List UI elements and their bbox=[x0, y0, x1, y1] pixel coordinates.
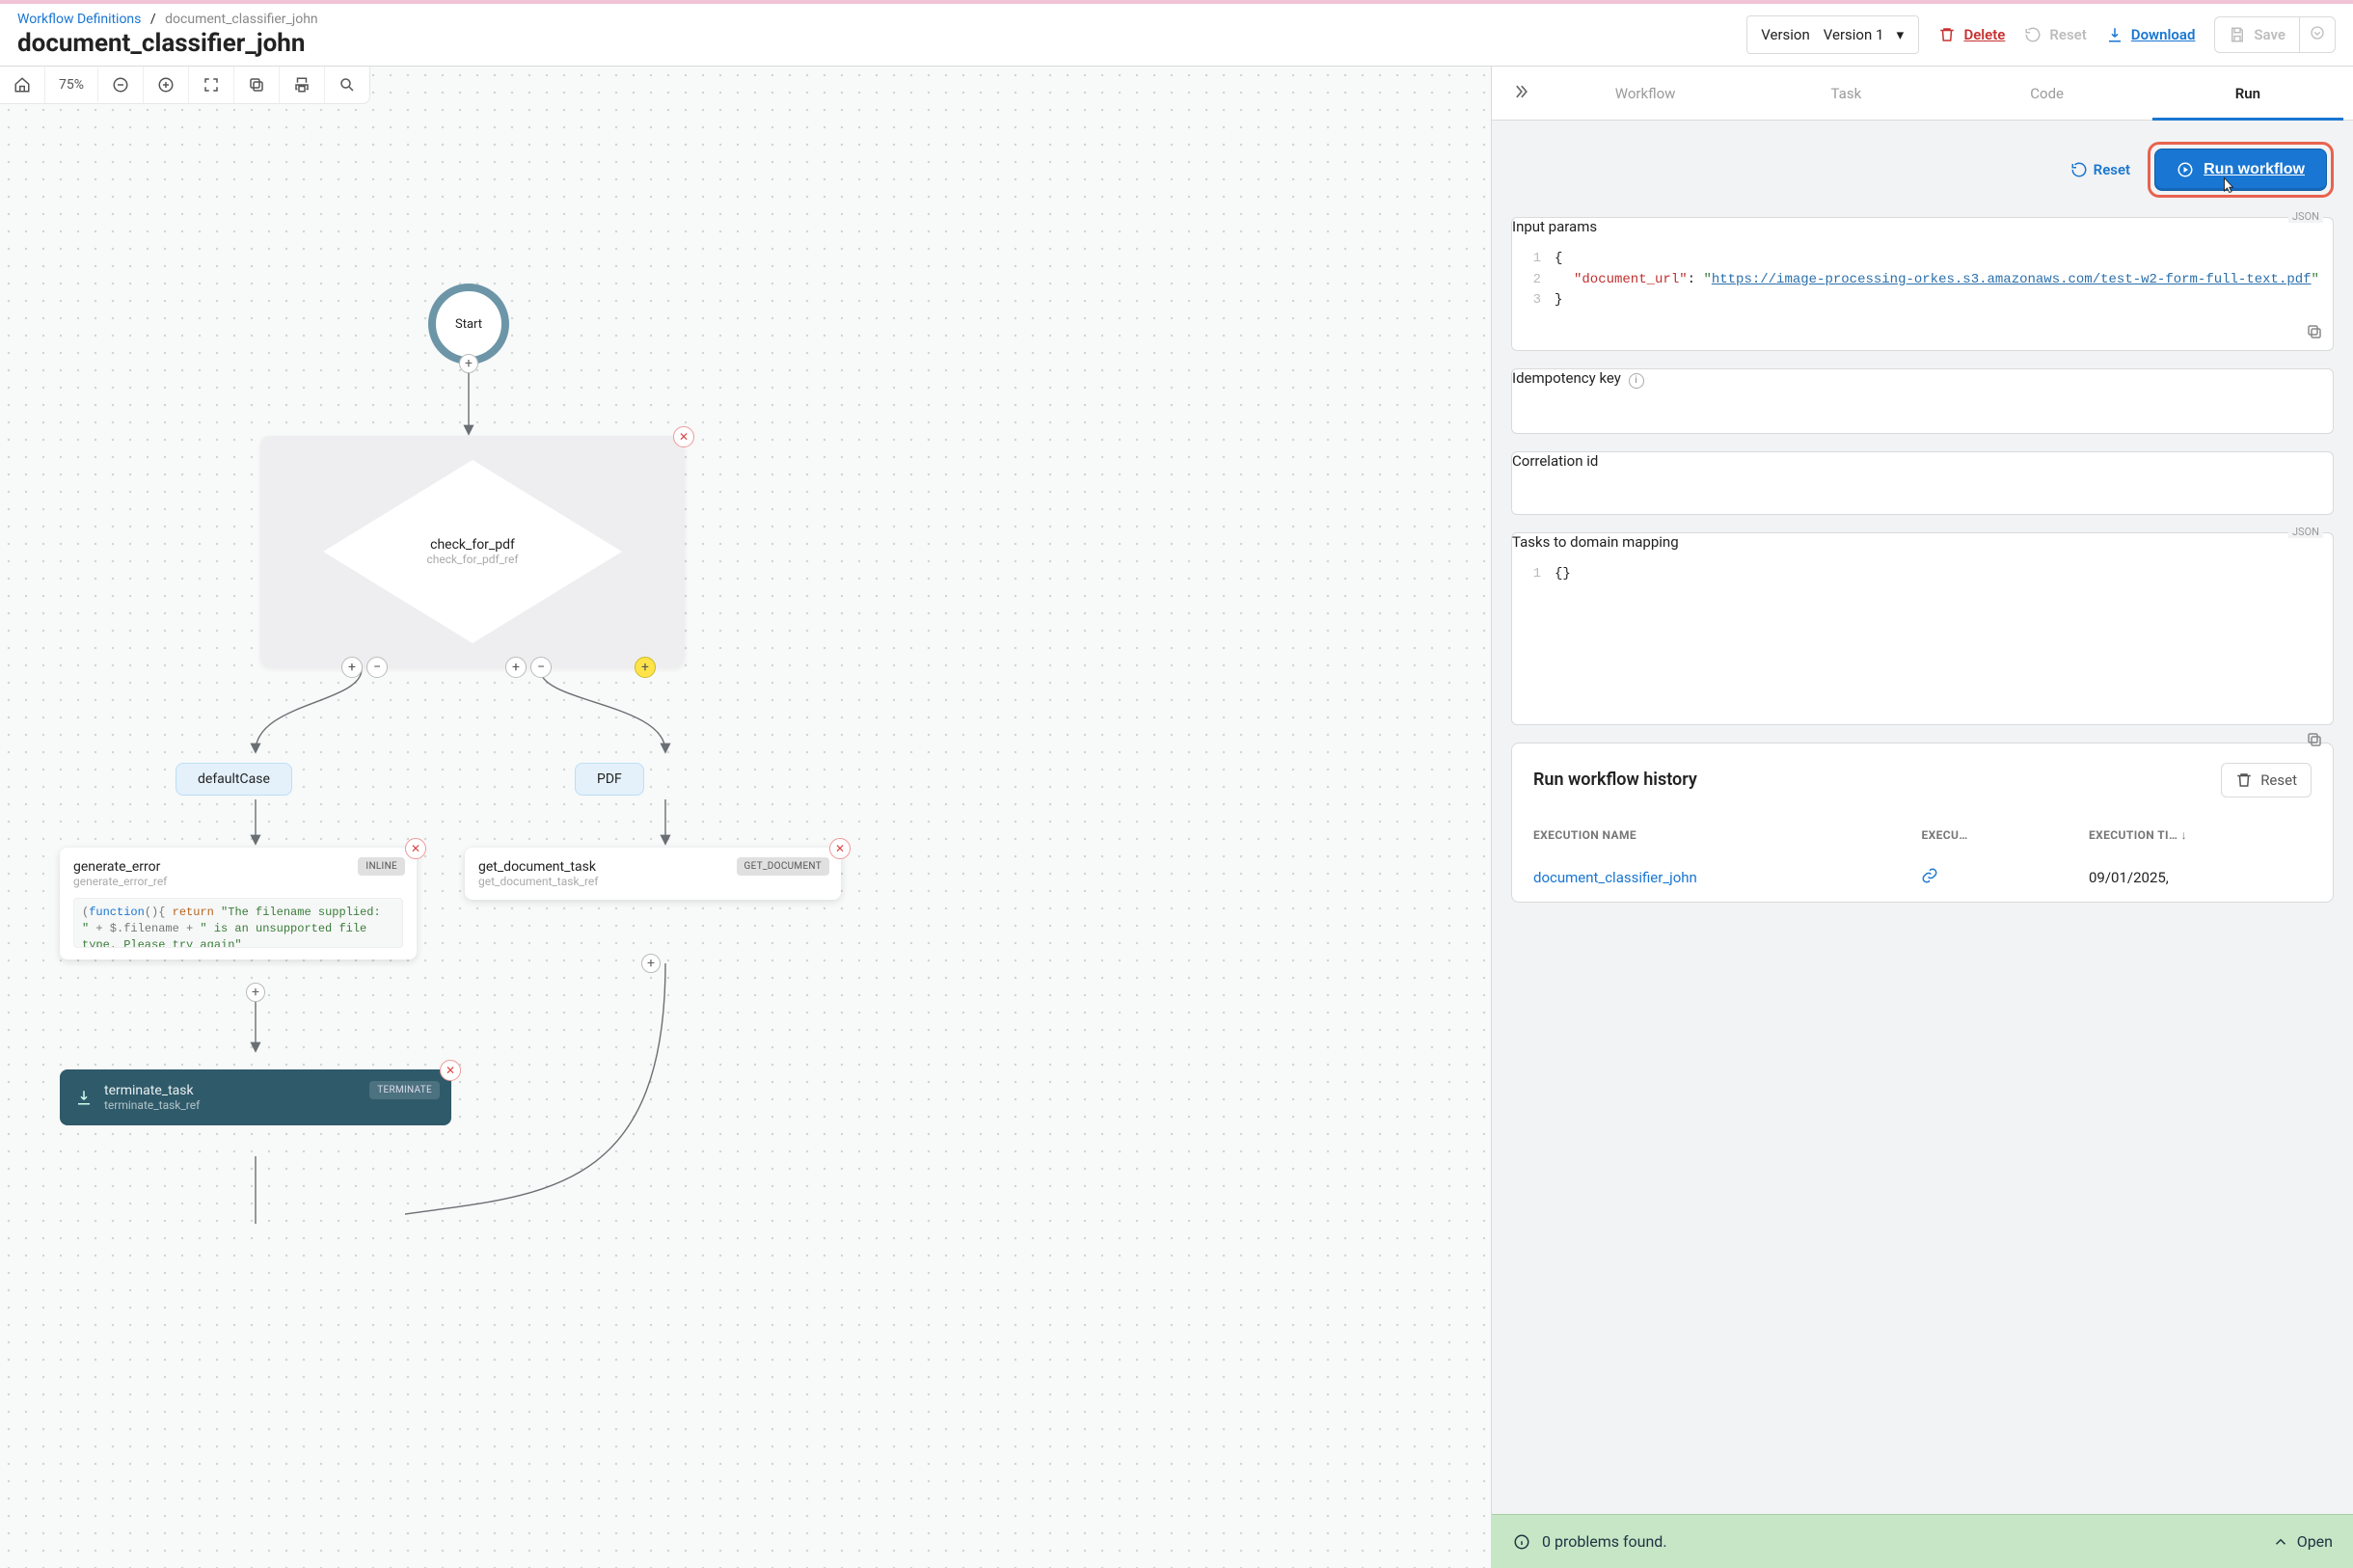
download-icon bbox=[75, 1089, 93, 1106]
reset-icon bbox=[2070, 161, 2088, 178]
correlation-field[interactable]: Correlation id bbox=[1511, 451, 2334, 515]
tab-run[interactable]: Run bbox=[2152, 67, 2343, 120]
history-link[interactable]: document_classifier_john bbox=[1533, 869, 1697, 886]
add-node-icon[interactable]: + bbox=[246, 983, 265, 1002]
copy-icon[interactable] bbox=[2306, 731, 2323, 748]
switch-name: check_for_pdf bbox=[430, 537, 515, 553]
branch-pdf-pill[interactable]: PDF bbox=[575, 763, 644, 796]
status-bar: 0 problems found. Open bbox=[1492, 1514, 2353, 1568]
print-icon[interactable] bbox=[280, 67, 325, 103]
version-value: Version 1 bbox=[1824, 26, 1884, 43]
run-workflow-button[interactable]: Run workflow bbox=[2154, 149, 2327, 191]
canvas-toolbar: 75% bbox=[0, 67, 370, 104]
cursor-icon bbox=[2220, 176, 2237, 194]
caret-down-icon: ▾ bbox=[1891, 26, 1908, 43]
download-icon bbox=[2106, 26, 2123, 43]
download-button[interactable]: Download bbox=[2106, 26, 2196, 43]
document-url-link[interactable]: https://image-processing-orkes.s3.amazon… bbox=[1712, 272, 2312, 287]
trash-icon bbox=[1938, 26, 1956, 43]
branch-controls-left[interactable]: +− bbox=[341, 657, 388, 678]
breadcrumb-root[interactable]: Workflow Definitions bbox=[17, 12, 141, 27]
history-row[interactable]: document_classifier_john 09/01/2025, bbox=[1512, 853, 2333, 902]
save-button: Save bbox=[2214, 16, 2336, 53]
version-legend: Version bbox=[1761, 26, 1810, 43]
header: Workflow Definitions / document_classifi… bbox=[0, 4, 2353, 66]
switch-ref: check_for_pdf_ref bbox=[426, 553, 518, 566]
run-workflow-highlight: Run workflow bbox=[2148, 142, 2334, 198]
get-document-task[interactable]: ✕ get_document_task get_document_task_re… bbox=[465, 848, 841, 900]
branch-default-pill[interactable]: defaultCase bbox=[176, 763, 292, 796]
inspector-panel: Workflow Task Code Run Reset bbox=[1491, 66, 2353, 1568]
inline-code: (function(){ return "The filename suppli… bbox=[73, 898, 403, 948]
task-chip: GET_DOCUMENT bbox=[737, 857, 829, 876]
save-icon bbox=[2229, 26, 2246, 43]
close-icon[interactable]: ✕ bbox=[673, 426, 694, 447]
add-node-icon[interactable]: + bbox=[641, 954, 661, 973]
version-select[interactable]: Version Version 1 ▾ bbox=[1746, 15, 1919, 54]
page-title: document_classifier_john bbox=[17, 29, 1727, 58]
save-dropdown[interactable] bbox=[2300, 17, 2335, 52]
info-icon[interactable]: i bbox=[1629, 373, 1644, 389]
reset-icon bbox=[2024, 26, 2042, 43]
start-node[interactable]: Start bbox=[428, 284, 509, 365]
history-reset-button[interactable]: Reset bbox=[2221, 763, 2312, 798]
terminate-task[interactable]: ✕ terminate_task terminate_task_ref TERM… bbox=[60, 1069, 451, 1125]
add-node-icon[interactable]: + bbox=[459, 354, 478, 373]
domain-mapping-field[interactable]: Tasks to domain mapping JSON 1{} bbox=[1511, 532, 2334, 725]
idempotency-field[interactable]: Idempotency key i bbox=[1511, 368, 2334, 434]
generate-error-task[interactable]: ✕ generate_error generate_error_ref INLI… bbox=[60, 848, 417, 960]
zoom-out-icon[interactable] bbox=[98, 67, 144, 103]
switch-node[interactable]: ✕ check_for_pdf check_for_pdf_ref +− +− … bbox=[260, 436, 685, 667]
branch-controls-mid[interactable]: +− bbox=[505, 657, 552, 678]
link-icon[interactable] bbox=[1921, 867, 1938, 884]
trash-icon bbox=[2235, 771, 2253, 789]
info-icon bbox=[1513, 1533, 1530, 1551]
copy-icon[interactable] bbox=[2306, 323, 2323, 340]
close-icon[interactable]: ✕ bbox=[829, 838, 851, 859]
breadcrumb-current: document_classifier_john bbox=[165, 12, 317, 27]
search-icon[interactable] bbox=[325, 67, 369, 103]
close-icon[interactable]: ✕ bbox=[440, 1060, 461, 1081]
status-open[interactable]: Open bbox=[2272, 1532, 2333, 1551]
col-exec-name[interactable]: EXECUTION NAME bbox=[1512, 817, 1900, 853]
history-title: Run workflow history bbox=[1533, 770, 1697, 790]
zoom-level[interactable]: 75% bbox=[45, 68, 98, 102]
input-params-field[interactable]: Input params JSON 1{ 2"document_url": "h… bbox=[1511, 217, 2334, 351]
tab-code[interactable]: Code bbox=[1952, 67, 2143, 120]
delete-button[interactable]: Delete bbox=[1938, 26, 2005, 43]
sort-desc-icon: ↓ bbox=[2181, 828, 2187, 842]
play-icon bbox=[2177, 161, 2194, 178]
tab-workflow[interactable]: Workflow bbox=[1550, 67, 1741, 120]
tab-task[interactable]: Task bbox=[1750, 67, 1941, 120]
col-exec[interactable]: EXECU… bbox=[1900, 817, 2068, 853]
task-chip: INLINE bbox=[358, 857, 405, 876]
close-icon[interactable]: ✕ bbox=[405, 838, 426, 859]
copy-icon[interactable] bbox=[234, 67, 280, 103]
add-branch[interactable]: + bbox=[635, 657, 656, 678]
collapse-icon[interactable] bbox=[1501, 82, 1540, 105]
breadcrumb: Workflow Definitions / document_classifi… bbox=[17, 12, 1727, 27]
chevron-up-icon bbox=[2272, 1533, 2289, 1551]
home-icon[interactable] bbox=[0, 67, 45, 103]
col-exec-time[interactable]: EXECUTION TI… ↓ bbox=[2068, 817, 2333, 853]
run-history: Run workflow history Reset EXECUTION NAM… bbox=[1511, 743, 2334, 903]
tab-bar: Workflow Task Code Run bbox=[1492, 67, 2353, 121]
zoom-in-icon[interactable] bbox=[144, 67, 189, 103]
reset-button-header: Reset bbox=[2024, 26, 2086, 43]
status-text: 0 problems found. bbox=[1542, 1532, 1667, 1551]
task-chip: TERMINATE bbox=[369, 1081, 440, 1099]
fit-icon[interactable] bbox=[189, 67, 234, 103]
workflow-canvas[interactable]: 75% Start bbox=[0, 66, 1491, 1568]
reset-button[interactable]: Reset bbox=[2070, 161, 2130, 178]
